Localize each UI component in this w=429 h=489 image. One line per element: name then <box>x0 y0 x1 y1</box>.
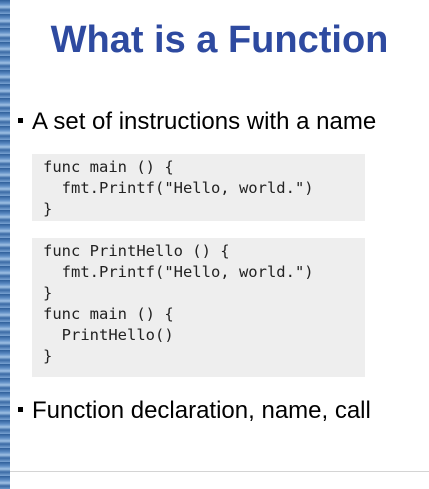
slide: What is a Function A set of instructions… <box>0 0 429 489</box>
code-block-main: func main () { fmt.Printf("Hello, world.… <box>32 154 365 221</box>
bullet-item: A set of instructions with a name <box>18 110 376 134</box>
code-line: } <box>43 347 53 365</box>
code-line: fmt.Printf("Hello, world.") <box>43 179 314 197</box>
code-line: fmt.Printf("Hello, world.") <box>43 263 314 281</box>
slide-title: What is a Function <box>50 19 389 61</box>
bullet-item: Function declaration, name, call <box>18 399 371 423</box>
code-block-printhello: func PrintHello () { fmt.Printf("Hello, … <box>32 238 365 377</box>
bullet-text: Function declaration, name, call <box>32 397 371 424</box>
bullet-marker-icon <box>18 407 23 413</box>
code-line: func main () { <box>43 158 174 176</box>
code-line: func main () { <box>43 305 174 323</box>
bullet-marker-icon <box>18 118 23 124</box>
bullet-text: A set of instructions with a name <box>32 108 377 135</box>
bottom-divider <box>10 471 429 472</box>
code-line: } <box>43 284 53 302</box>
code-line: func PrintHello () { <box>43 242 230 260</box>
code-line: PrintHello() <box>43 326 174 344</box>
code-line: } <box>43 200 53 218</box>
decorative-left-strip <box>0 0 10 489</box>
